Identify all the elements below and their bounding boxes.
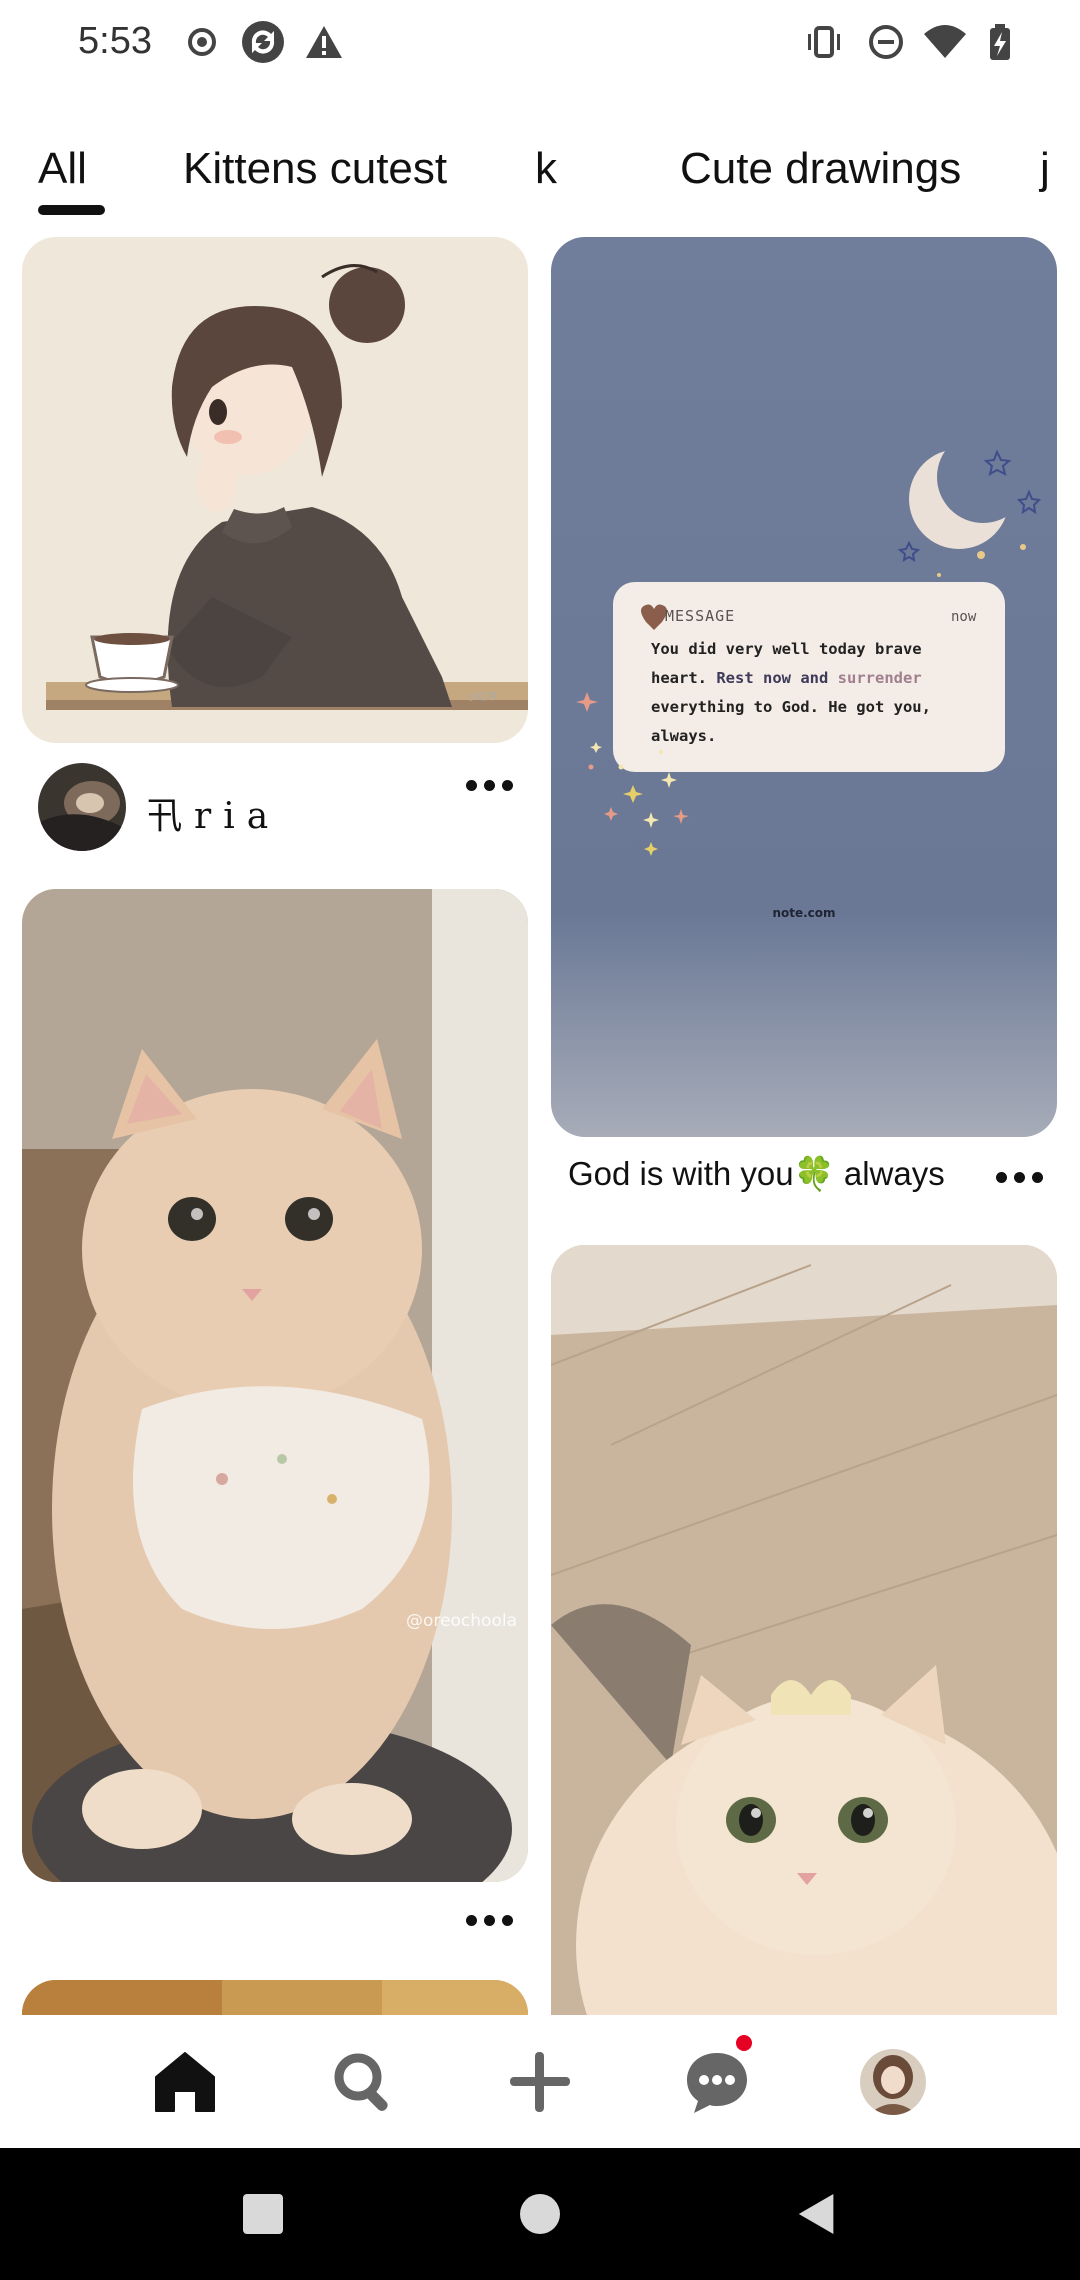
vibrate-icon (808, 26, 840, 58)
sync-app-icon (242, 21, 284, 63)
message-wallpaper-illustration: MESSAGE now You did very well today brav… (551, 237, 1057, 1137)
fluffy-cat-photo: @oreochoola (22, 889, 528, 1882)
more-options-button[interactable] (460, 1901, 520, 1941)
system-navigation-bar (0, 2148, 1080, 2280)
do-not-disturb-icon (869, 25, 903, 59)
warning-icon (306, 26, 342, 58)
create-icon[interactable] (495, 2037, 585, 2127)
pin-image-girl-drawing[interactable]: 小红书 (22, 237, 528, 743)
cat-with-bow-photo (551, 1245, 1057, 2015)
status-time: 5:53 (78, 20, 152, 62)
pin-image-cat-with-bow[interactable] (551, 1245, 1057, 2015)
tab-all[interactable]: All (38, 144, 87, 194)
notification-title: MESSAGE (665, 607, 735, 625)
wallpaper-footer: note.com (772, 906, 835, 920)
bottom-navigation (0, 2015, 1080, 2148)
girl-drawing-illustration: 小红书 (22, 237, 528, 743)
more-options-button[interactable] (460, 766, 520, 806)
more-options-button[interactable] (990, 1158, 1050, 1198)
pin-feed[interactable]: 小红书 卂ria MESSAGE now You did very well t… (0, 225, 1080, 2015)
pin-caption[interactable]: God is with you🍀 always (568, 1155, 945, 1194)
profile-avatar[interactable] (848, 2037, 938, 2127)
creator-avatar[interactable] (38, 763, 126, 851)
notification-time: now (951, 609, 977, 625)
tab-selected-indicator (38, 205, 105, 215)
notification-badge (736, 2035, 752, 2051)
message-part4: everything to God. He got you, always. (651, 698, 931, 745)
status-bar: 5:53 (0, 0, 1080, 90)
home-circle-icon[interactable] (510, 2184, 570, 2244)
message-part2: Rest now and (716, 669, 829, 687)
message-part3: surrender (837, 669, 922, 687)
pin-image-fluffy-cat[interactable]: @oreochoola (22, 889, 528, 1882)
message-text: You did very well today brave heart. Res… (651, 635, 981, 751)
tab-kittens-cutest[interactable]: Kittens cutest (183, 144, 447, 194)
pin-image-message-wallpaper[interactable]: MESSAGE now You did very well today brav… (551, 237, 1057, 1137)
fluffy-cat-watermark: @oreochoola (406, 1611, 517, 1631)
girl-drawing-watermark: 小红书 (467, 690, 497, 703)
board-tabs: All Kittens cutest k Cute drawings j (0, 130, 1080, 220)
recents-icon[interactable] (233, 2184, 293, 2244)
creator-name[interactable]: 卂ria (146, 787, 280, 839)
back-icon[interactable] (787, 2184, 847, 2244)
tab-k[interactable]: k (535, 144, 557, 194)
pin-image-partial[interactable] (22, 1980, 528, 2015)
search-icon[interactable] (318, 2037, 408, 2127)
tab-cute-drawings[interactable]: Cute drawings (680, 144, 961, 194)
battery-charging-icon (990, 24, 1010, 60)
wifi-icon (924, 25, 966, 58)
record-icon (188, 28, 216, 56)
tab-j[interactable]: j (1040, 144, 1050, 194)
messages-icon[interactable] (672, 2037, 762, 2127)
home-icon[interactable] (140, 2037, 230, 2127)
